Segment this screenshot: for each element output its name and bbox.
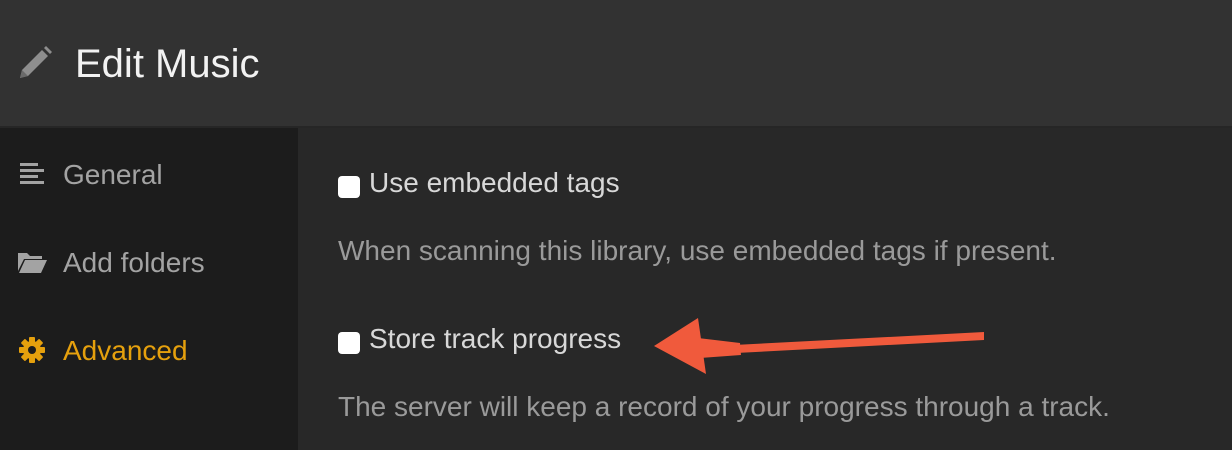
option-label[interactable]: Use embedded tags — [369, 166, 620, 200]
annotation-arrow — [654, 318, 984, 374]
align-icon — [20, 163, 44, 184]
sidebar-item-label: Add folders — [63, 247, 205, 278]
store-track-progress-checkbox[interactable] — [338, 332, 360, 354]
gear-icon — [19, 337, 45, 363]
sidebar-item-label: General — [63, 159, 163, 190]
sidebar-item-general[interactable]: General — [0, 144, 298, 204]
modal-header: Edit Music — [0, 0, 1232, 128]
option-help-text: When scanning this library, use embedded… — [338, 235, 1057, 266]
sidebar-item-advanced[interactable]: Advanced — [0, 320, 298, 380]
folder-icon — [18, 253, 47, 273]
sidebar: General Add folders Advanced — [0, 128, 298, 450]
pencil-icon — [20, 46, 52, 78]
option-label[interactable]: Store track progress — [369, 322, 621, 356]
option-help-text: The server will keep a record of your pr… — [338, 391, 1110, 422]
sidebar-item-label: Advanced — [63, 335, 188, 366]
settings-panel: Use embedded tags When scanning this lib… — [298, 128, 1232, 450]
use-embedded-tags-checkbox[interactable] — [338, 176, 360, 198]
page-title: Edit Music — [75, 42, 260, 86]
sidebar-item-add-folders[interactable]: Add folders — [0, 232, 298, 292]
